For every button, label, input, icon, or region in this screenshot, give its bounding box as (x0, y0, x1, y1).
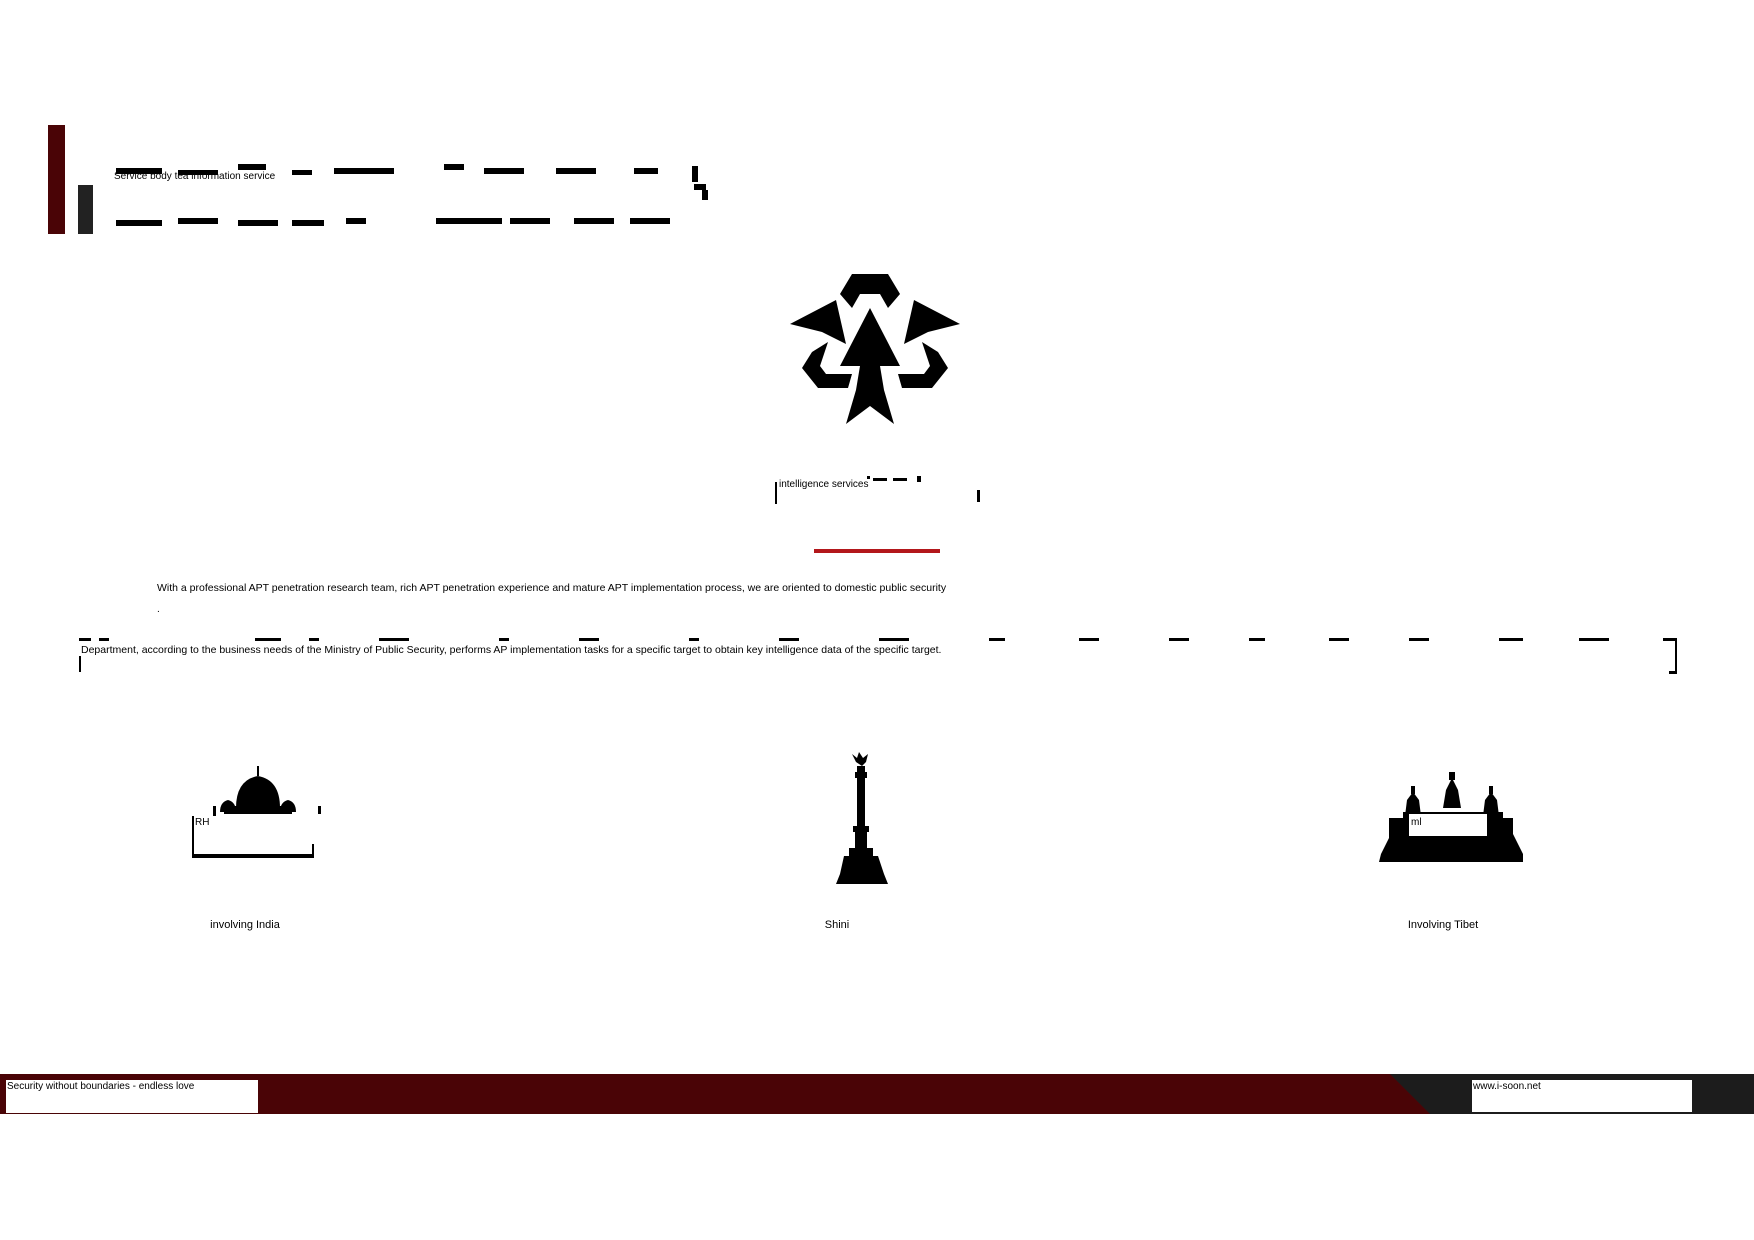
region-india-label: involving India (210, 919, 280, 931)
section-title: Service body tea information service (114, 171, 276, 182)
monument-column-icon (836, 752, 888, 884)
footer-website-link[interactable]: www.i-soon.net (1473, 1081, 1541, 1093)
region-shini (760, 750, 920, 895)
region-tibet-caption: ml (1411, 817, 1422, 828)
body-paragraph: Department, according to the business ne… (81, 644, 942, 656)
region-shini-label: Shini (824, 919, 850, 931)
service-title: intelligence services (779, 479, 869, 490)
service-title-underline (814, 549, 940, 553)
temple-icon (1379, 772, 1523, 862)
region-india-caption: RH (195, 817, 210, 828)
intro-continuation: . (157, 604, 160, 615)
region-tibet-label: Involving Tibet (1407, 919, 1479, 931)
tri-arrow-logo-icon (790, 274, 960, 424)
intro-paragraph: With a professional APT penetration rese… (157, 582, 947, 594)
mosque-icon (192, 766, 321, 858)
header-accent-bar (48, 125, 65, 234)
footer-slogan: Security without boundaries - endless lo… (7, 1081, 195, 1092)
region-tibet: ml (1363, 750, 1523, 885)
region-india: RH (170, 750, 330, 885)
header-accent-bar-secondary (78, 185, 93, 234)
